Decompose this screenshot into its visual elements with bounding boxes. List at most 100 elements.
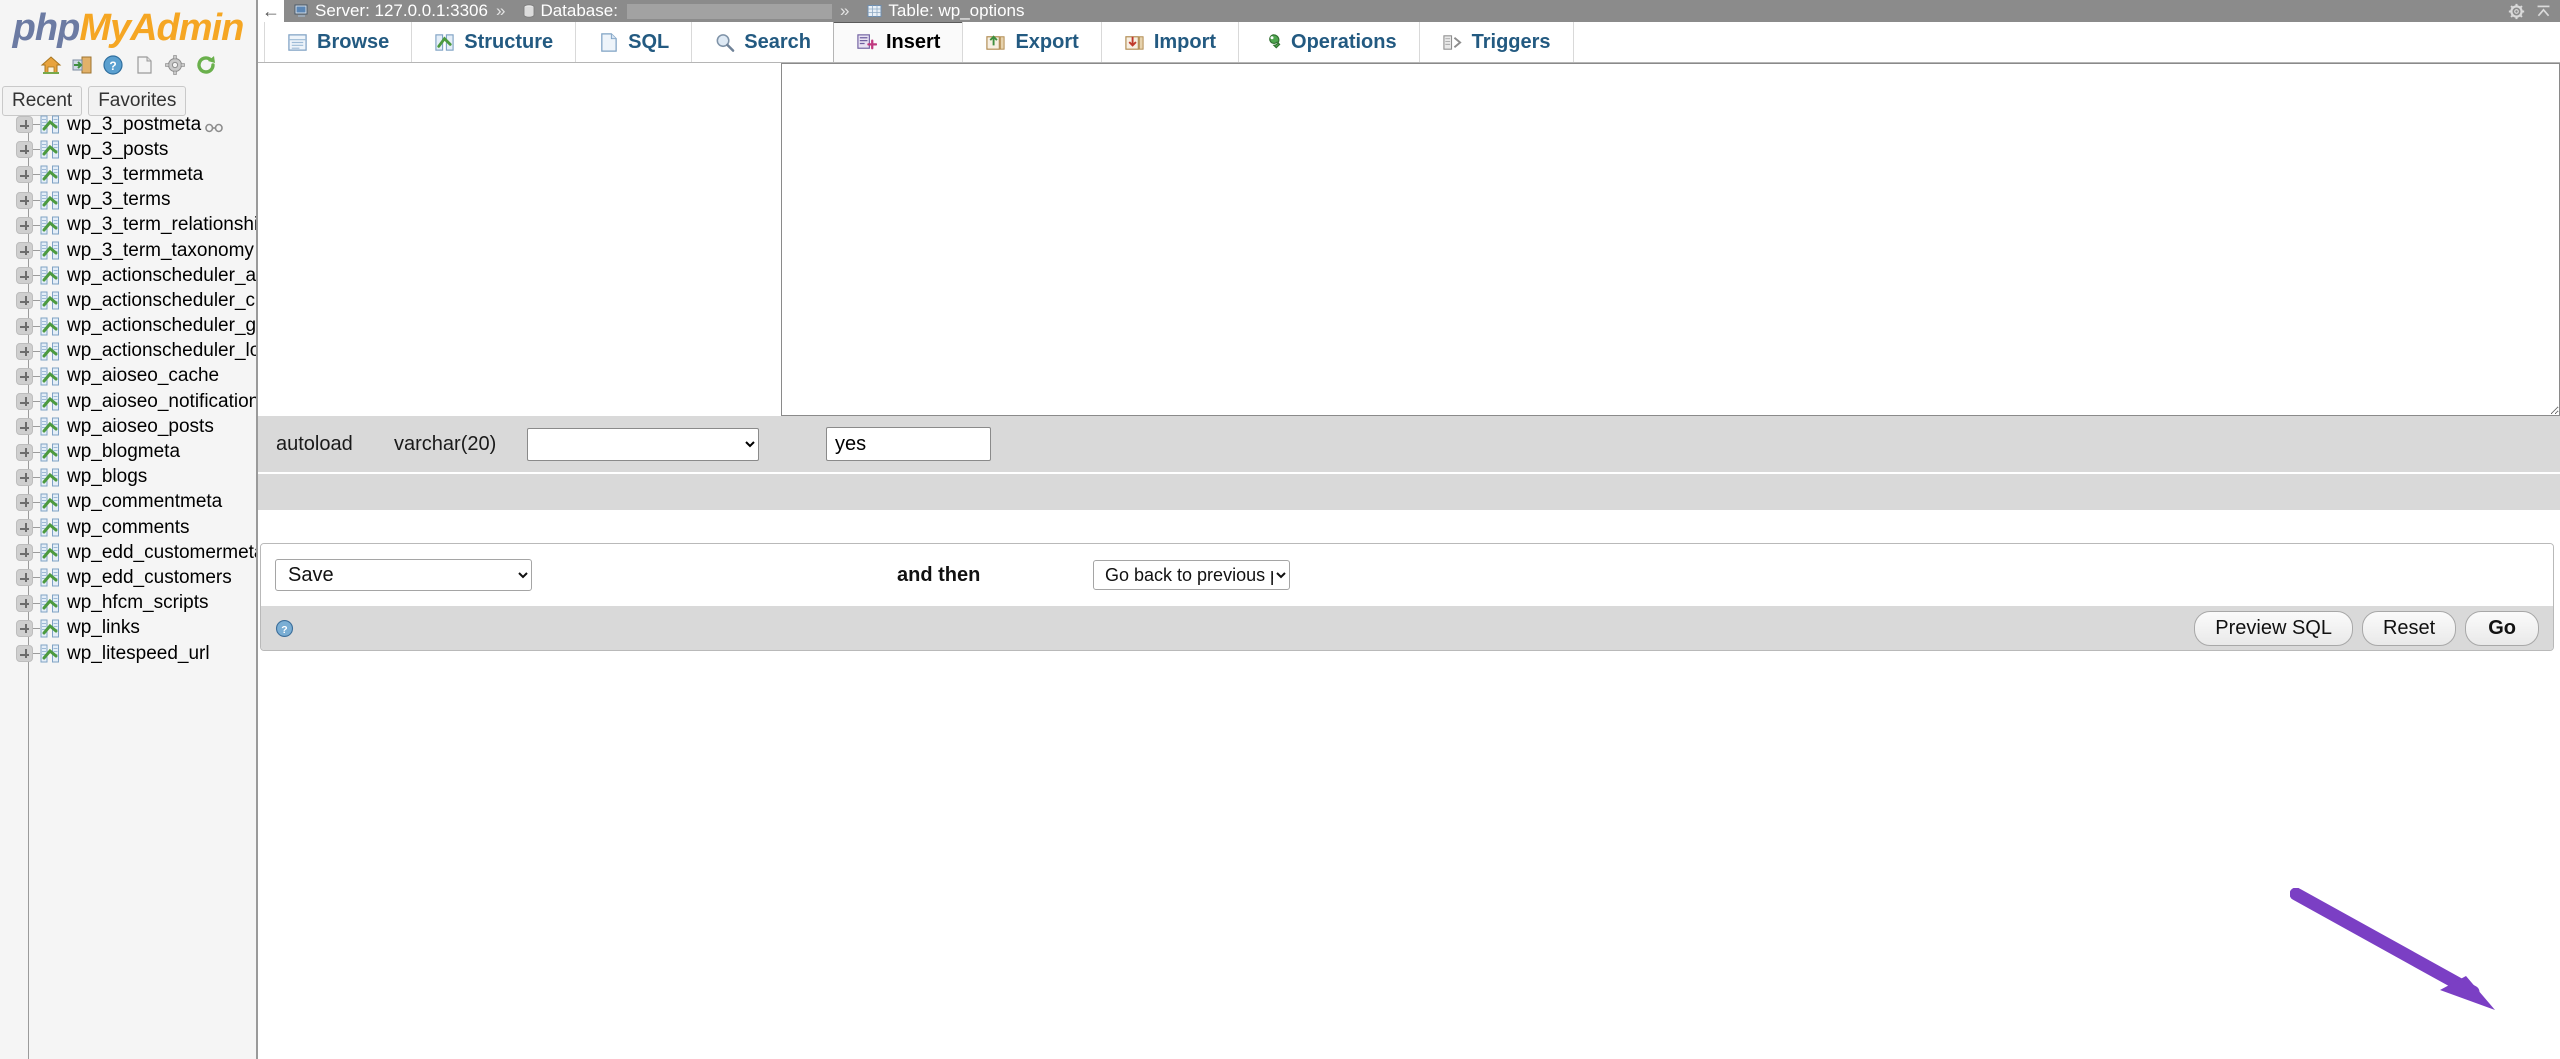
after-insert-select[interactable]: Go back to previous page (1093, 560, 1290, 590)
tree-table-label[interactable]: wp_edd_customermeta (67, 542, 256, 564)
reload-icon[interactable] (195, 54, 217, 76)
expand-table-icon[interactable] (16, 141, 33, 159)
tree-table-item[interactable]: wp_3_term_taxonomy (0, 238, 256, 263)
tree-table-item[interactable]: wp_3_term_relationships (0, 213, 256, 238)
tree-table-label[interactable]: wp_links (67, 617, 140, 639)
tree-table-label[interactable]: wp_actionscheduler_claims (67, 290, 256, 312)
autoload-value-input[interactable] (826, 427, 991, 461)
documentation-icon[interactable] (133, 54, 155, 76)
tree-table-item[interactable]: wp_aioseo_posts (0, 414, 256, 439)
phpmyadmin-logo[interactable]: phpMyAdmin (0, 0, 256, 50)
tab-sql[interactable]: SQL (575, 22, 693, 62)
tab-import[interactable]: Import (1100, 22, 1240, 62)
back-arrow-button[interactable]: ← (258, 0, 284, 22)
tree-table-label[interactable]: wp_comments (67, 517, 190, 539)
tree-table-item[interactable]: wp_3_terms (0, 188, 256, 213)
tree-table-item[interactable]: wp_actionscheduler_logs (0, 339, 256, 364)
table-icon (40, 568, 59, 587)
breadcrumb-server[interactable]: Server: 127.0.0.1:3306 (294, 1, 488, 21)
expand-table-icon[interactable] (16, 166, 33, 184)
reset-button[interactable]: Reset (2361, 610, 2457, 646)
home-icon[interactable] (40, 54, 62, 76)
tree-table-item[interactable]: wp_actionscheduler_actions (0, 263, 256, 288)
tree-table-item[interactable]: wp_3_termmeta (0, 162, 256, 187)
expand-table-icon[interactable] (16, 468, 33, 486)
tab-export[interactable]: Export (962, 22, 1102, 62)
tree-table-label[interactable]: wp_aioseo_notifications (67, 391, 256, 413)
tree-table-label[interactable]: wp_3_termmeta (67, 164, 203, 186)
expand-table-icon[interactable] (16, 519, 33, 537)
tree-table-item[interactable]: wp_edd_customermeta (0, 540, 256, 565)
expand-table-icon[interactable] (16, 242, 33, 260)
help-doc-icon[interactable]: ? (102, 54, 124, 76)
tree-table-label[interactable]: wp_actionscheduler_actions (67, 265, 256, 287)
collapse-up-icon[interactable] (2535, 3, 2552, 20)
option-value-textarea[interactable] (781, 63, 2560, 416)
expand-table-icon[interactable] (16, 619, 33, 637)
expand-table-icon[interactable] (16, 292, 33, 310)
expand-table-icon[interactable] (16, 393, 33, 411)
tree-table-item[interactable]: wp_aioseo_cache (0, 364, 256, 389)
tree-table-label[interactable]: wp_actionscheduler_logs (67, 340, 256, 362)
tab-search[interactable]: Search (691, 22, 834, 62)
breadcrumb-database[interactable]: Database: (523, 1, 832, 21)
tree-table-item[interactable]: wp_comments (0, 515, 256, 540)
tab-structure[interactable]: Structure (411, 22, 577, 62)
tree-table-label[interactable]: wp_3_term_taxonomy (67, 240, 254, 262)
tree-table-label[interactable]: wp_blogmeta (67, 441, 180, 463)
tree-table-label[interactable]: wp_litespeed_url (67, 643, 210, 665)
export-icon (986, 34, 1006, 50)
save-mode-select[interactable]: Save (275, 559, 532, 591)
expand-table-icon[interactable] (16, 342, 33, 360)
tree-table-item[interactable]: wp_blogs (0, 465, 256, 490)
tree-table-label[interactable]: wp_3_terms (67, 189, 171, 211)
tree-table-item[interactable]: wp_actionscheduler_claims (0, 288, 256, 313)
preview-sql-button[interactable]: Preview SQL (2194, 610, 2353, 646)
tree-table-item[interactable]: wp_links (0, 616, 256, 641)
expand-table-icon[interactable] (16, 216, 33, 234)
expand-table-icon[interactable] (16, 317, 33, 335)
go-button[interactable]: Go (2465, 610, 2539, 646)
tab-operations[interactable]: Operations (1238, 22, 1420, 62)
tree-table-label[interactable]: wp_3_term_relationships (67, 214, 256, 236)
svg-text:?: ? (281, 624, 287, 635)
help-question-icon[interactable]: ? (275, 619, 294, 638)
tab-browse[interactable]: Browse (264, 22, 413, 62)
expand-table-icon[interactable] (16, 418, 33, 436)
logout-icon[interactable] (71, 54, 93, 76)
function-select[interactable] (527, 427, 759, 461)
tree-table-label[interactable]: wp_blogs (67, 466, 147, 488)
breadcrumb-table[interactable]: Table: wp_options (867, 1, 1025, 21)
tree-table-item[interactable]: wp_actionscheduler_groups (0, 314, 256, 339)
tree-table-item[interactable]: wp_edd_customers (0, 565, 256, 590)
tree-table-item[interactable]: wp_litespeed_url (0, 641, 256, 666)
tab-triggers[interactable]: Triggers (1418, 22, 1574, 62)
expand-table-icon[interactable] (16, 645, 33, 663)
tree-table-label[interactable]: wp_actionscheduler_groups (67, 315, 256, 337)
expand-table-icon[interactable] (16, 443, 33, 461)
expand-table-icon[interactable] (16, 569, 33, 587)
expand-table-icon[interactable] (16, 267, 33, 285)
expand-table-icon[interactable] (16, 116, 33, 134)
tree-table-label[interactable]: wp_edd_customers (67, 567, 232, 589)
expand-table-icon[interactable] (16, 544, 33, 562)
expand-table-icon[interactable] (16, 594, 33, 612)
tab-insert[interactable]: Insert (833, 21, 964, 62)
tree-table-item[interactable]: wp_hfcm_scripts (0, 591, 256, 616)
tree-table-label[interactable]: wp_aioseo_cache (67, 365, 219, 387)
tree-table-item[interactable]: wp_commentmeta (0, 490, 256, 515)
tree-table-label[interactable]: wp_3_postmeta (67, 114, 201, 136)
tree-table-label[interactable]: wp_commentmeta (67, 491, 222, 513)
tree-table-label[interactable]: wp_hfcm_scripts (67, 592, 209, 614)
settings-gear-icon[interactable] (2508, 3, 2525, 20)
settings-gear-icon[interactable] (164, 54, 186, 76)
tree-table-item[interactable]: wp_3_posts (0, 137, 256, 162)
tree-table-item[interactable]: wp_blogmeta (0, 439, 256, 464)
tree-table-item[interactable]: wp_3_postmeta (0, 112, 256, 137)
expand-table-icon[interactable] (16, 493, 33, 511)
expand-table-icon[interactable] (16, 367, 33, 385)
tree-table-label[interactable]: wp_3_posts (67, 139, 168, 161)
tree-table-item[interactable]: wp_aioseo_notifications (0, 389, 256, 414)
expand-table-icon[interactable] (16, 191, 33, 209)
tree-table-label[interactable]: wp_aioseo_posts (67, 416, 214, 438)
